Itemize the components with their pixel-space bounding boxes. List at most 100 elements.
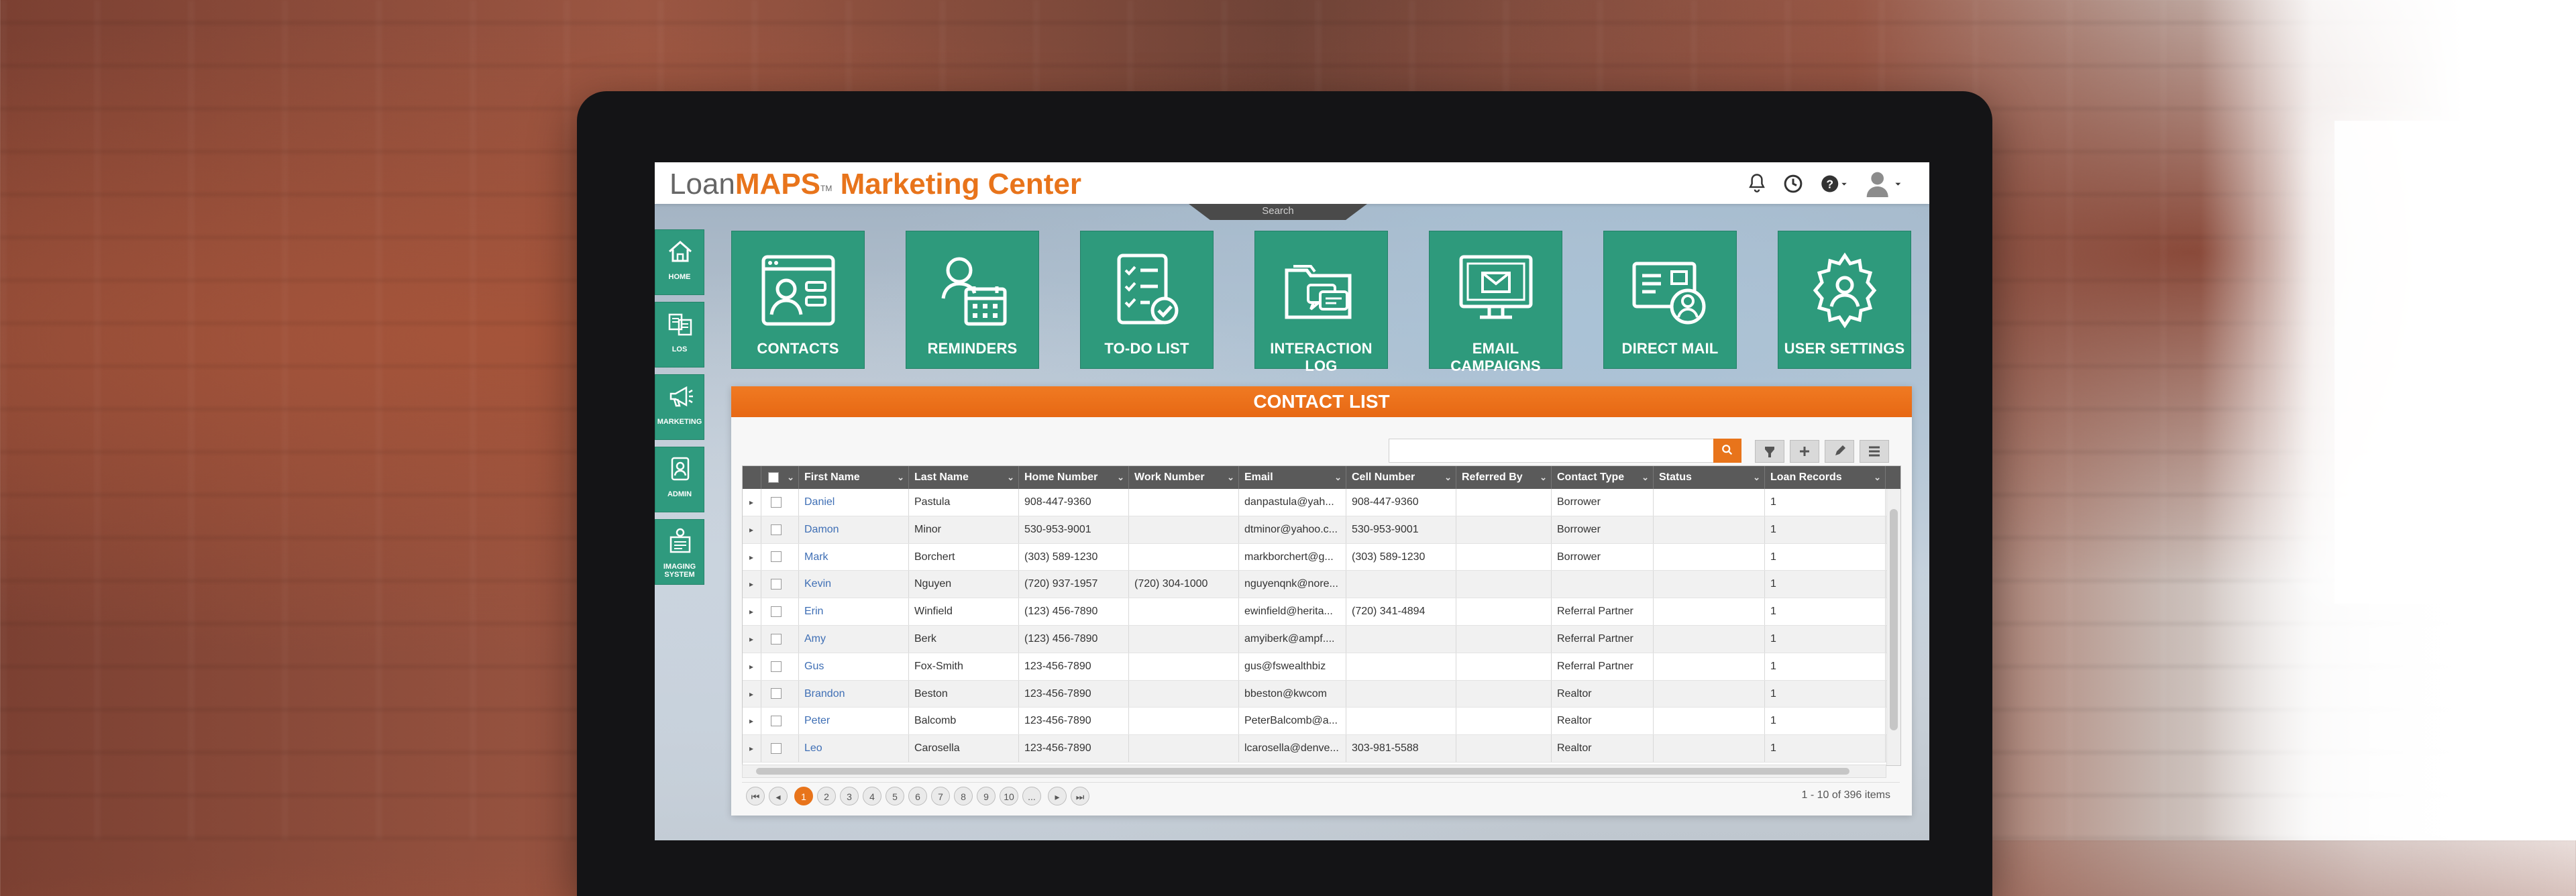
table-row[interactable]: ▸ Gus Fox-Smith 123-456-7890 gus@fswealthbiz…	[743, 653, 1887, 681]
column-header[interactable]: Contact Type ⌄	[1552, 466, 1654, 489]
last-page-button[interactable]: ⏭	[1071, 787, 1089, 805]
expand-row-cell[interactable]: ▸	[743, 680, 761, 708]
expand-row-cell[interactable]: ▸	[743, 708, 761, 735]
clock-icon[interactable]	[1783, 174, 1803, 194]
table-row[interactable]: ▸ Leo Carosella 123-456-7890 lcarosella@denv…	[743, 735, 1887, 763]
nav-imaging-system[interactable]: IMAGING SYSTEM	[655, 519, 704, 585]
table-row[interactable]: ▸ Daniel Pastula 908-447-9360 danpastula@yah…	[743, 489, 1887, 516]
edit-contact-button[interactable]	[1825, 440, 1854, 463]
expand-row-cell[interactable]: ▸	[743, 543, 761, 571]
page-button[interactable]: 2	[817, 787, 836, 805]
column-header[interactable]: Cell Number ⌄	[1346, 466, 1456, 489]
expand-arrow-icon[interactable]: ▸	[749, 744, 753, 753]
export-button[interactable]	[1755, 440, 1784, 463]
help-icon[interactable]: ?	[1819, 174, 1849, 194]
horizontal-scrollbar[interactable]	[742, 765, 1886, 778]
contact-first-name-link[interactable]: Gus	[799, 653, 909, 680]
expand-row-cell[interactable]: ▸	[743, 516, 761, 543]
contact-first-name-link[interactable]: Leo	[799, 735, 909, 762]
table-row[interactable]: ▸ Damon Minor 530-953-9001 dtminor@yahoo.c..…	[743, 516, 1887, 544]
row-checkbox[interactable]	[771, 606, 782, 617]
row-checkbox[interactable]	[771, 661, 782, 672]
row-checkbox[interactable]	[771, 551, 782, 563]
column-header[interactable]: Status ⌄	[1654, 466, 1765, 489]
contact-first-name-link[interactable]: Brandon	[799, 680, 909, 708]
tile-interaction-log[interactable]: INTERACTION LOG	[1254, 231, 1388, 374]
column-header[interactable]: Referred By ⌄	[1456, 466, 1552, 489]
page-button[interactable]: 6	[908, 787, 927, 805]
select-all-header[interactable]: ⌄	[761, 466, 799, 489]
tile-direct-mail[interactable]: DIRECT MAIL	[1603, 231, 1737, 369]
row-checkbox[interactable]	[771, 688, 782, 699]
expand-row-cell[interactable]: ▸	[743, 653, 761, 680]
page-button[interactable]: 5	[885, 787, 904, 805]
contact-first-name-link[interactable]: Damon	[799, 516, 909, 543]
expand-arrow-icon[interactable]: ▸	[749, 579, 753, 589]
expand-row-cell[interactable]: ▸	[743, 598, 761, 625]
expand-row-cell[interactable]: ▸	[743, 735, 761, 762]
nav-home[interactable]: HOME	[655, 229, 704, 295]
prev-page-button[interactable]: ◂	[769, 787, 788, 805]
table-row[interactable]: ▸ Erin Winfield (123) 456-7890 ewinfield@her…	[743, 598, 1887, 626]
first-page-button[interactable]: ⏮	[746, 787, 765, 805]
tile-todo-list[interactable]: TO-DO LIST	[1080, 231, 1214, 369]
row-checkbox[interactable]	[771, 579, 782, 590]
expand-arrow-icon[interactable]: ▸	[749, 634, 753, 644]
table-row[interactable]: ▸ Amy Berk (123) 456-7890 amyiberk@ampf.... R…	[743, 625, 1887, 653]
expand-row-cell[interactable]: ▸	[743, 571, 761, 598]
vertical-scrollbar[interactable]	[1886, 489, 1900, 765]
page-button[interactable]: 4	[863, 787, 881, 805]
expand-arrow-icon[interactable]: ▸	[749, 716, 753, 726]
expand-row-cell[interactable]: ▸	[743, 625, 761, 653]
contact-first-name-link[interactable]: Peter	[799, 708, 909, 735]
column-header[interactable]: Last Name ⌄	[909, 466, 1019, 489]
add-contact-button[interactable]	[1790, 440, 1819, 463]
row-checkbox[interactable]	[771, 742, 782, 754]
contact-search-input[interactable]	[1389, 439, 1716, 463]
page-button[interactable]: ...	[1022, 787, 1041, 805]
user-avatar-icon[interactable]	[1865, 170, 1902, 197]
expand-arrow-icon[interactable]: ▸	[749, 498, 753, 507]
table-row[interactable]: ▸ Kevin Nguyen (720) 937-1957 (720) 304-1000…	[743, 571, 1887, 599]
column-header[interactable]: Work Number ⌄	[1129, 466, 1239, 489]
page-button[interactable]: 7	[931, 787, 950, 805]
row-checkbox[interactable]	[771, 716, 782, 727]
search-tab[interactable]: Search	[1189, 204, 1367, 220]
next-page-button[interactable]: ▸	[1048, 787, 1067, 805]
expand-arrow-icon[interactable]: ▸	[749, 553, 753, 562]
contact-first-name-link[interactable]: Erin	[799, 598, 909, 625]
row-checkbox[interactable]	[771, 524, 782, 535]
table-row[interactable]: ▸ Brandon Beston 123-456-7890 bbeston@kwcom R…	[743, 680, 1887, 708]
select-all-checkbox[interactable]	[768, 471, 779, 483]
nav-marketing[interactable]: MARKETING	[655, 374, 704, 440]
tile-user-settings[interactable]: USER SETTINGS	[1778, 231, 1911, 369]
page-button[interactable]: 8	[954, 787, 973, 805]
column-header[interactable]: First Name ⌄	[799, 466, 909, 489]
vertical-scroll-thumb[interactable]	[1890, 509, 1898, 730]
contact-first-name-link[interactable]: Kevin	[799, 571, 909, 598]
page-button[interactable]: 9	[977, 787, 996, 805]
tile-email-campaigns[interactable]: EMAIL CAMPAIGNS	[1429, 231, 1562, 374]
expand-arrow-icon[interactable]: ▸	[749, 689, 753, 699]
contact-first-name-link[interactable]: Daniel	[799, 489, 909, 516]
nav-admin[interactable]: ADMIN	[655, 447, 704, 512]
row-checkbox[interactable]	[771, 496, 782, 508]
nav-los[interactable]: LOS	[655, 302, 704, 368]
expand-arrow-icon[interactable]: ▸	[749, 662, 753, 671]
bell-icon[interactable]	[1747, 173, 1767, 194]
column-header[interactable]: Loan Records ⌄	[1765, 466, 1886, 489]
horizontal-scroll-thumb[interactable]	[756, 768, 1849, 775]
column-header[interactable]: Home Number ⌄	[1019, 466, 1129, 489]
expand-arrow-icon[interactable]: ▸	[749, 607, 753, 616]
page-button[interactable]: 3	[840, 787, 859, 805]
contact-first-name-link[interactable]: Mark	[799, 543, 909, 571]
expand-row-cell[interactable]: ▸	[743, 489, 761, 516]
expand-arrow-icon[interactable]: ▸	[749, 525, 753, 535]
table-row[interactable]: ▸ Mark Borchert (303) 589-1230 markborchert@…	[743, 543, 1887, 571]
column-menu-button[interactable]	[1860, 440, 1889, 463]
row-checkbox[interactable]	[771, 633, 782, 645]
table-row[interactable]: ▸ Peter Balcomb 123-456-7890 PeterBalcomb@a.…	[743, 708, 1887, 736]
contact-first-name-link[interactable]: Amy	[799, 625, 909, 653]
page-button[interactable]: 10	[1000, 787, 1018, 805]
tile-reminders[interactable]: REMINDERS	[906, 231, 1039, 369]
